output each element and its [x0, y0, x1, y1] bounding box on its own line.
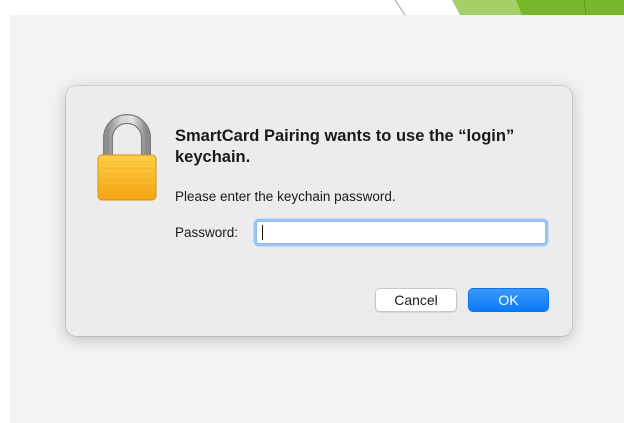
- password-label: Password:: [175, 225, 239, 240]
- lock-icon: [97, 114, 157, 201]
- cancel-button[interactable]: Cancel: [375, 288, 457, 312]
- dialog-message: Please enter the keychain password.: [175, 189, 396, 204]
- text-cursor: [262, 225, 263, 240]
- dialog-title: SmartCard Pairing wants to use the “logi…: [175, 127, 515, 166]
- ok-button[interactable]: OK: [468, 288, 549, 312]
- password-input[interactable]: [256, 221, 546, 244]
